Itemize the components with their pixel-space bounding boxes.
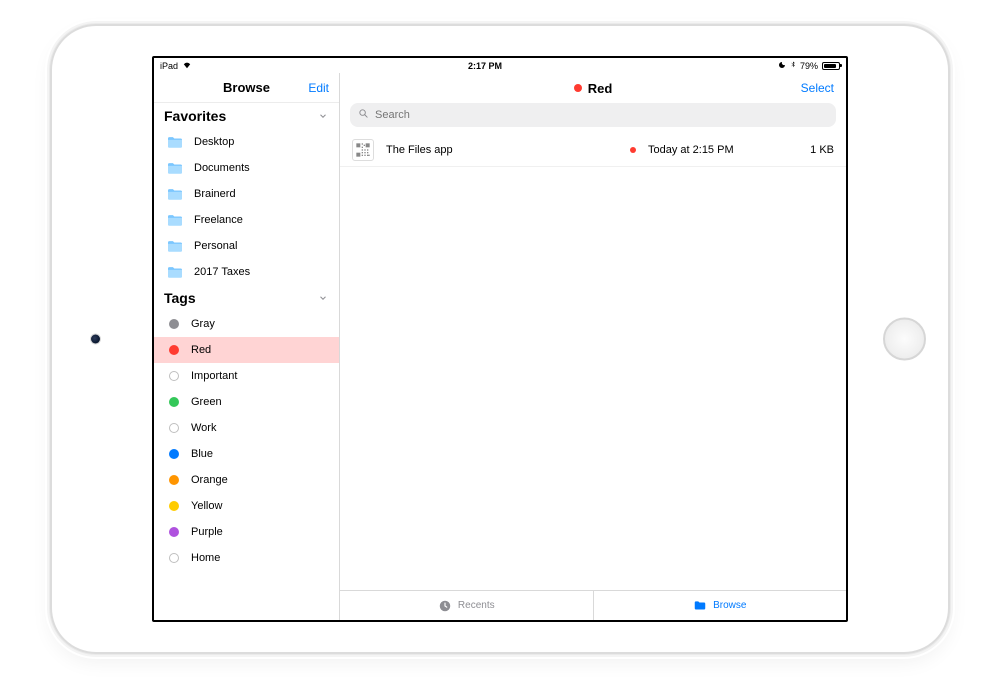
select-button[interactable]: Select — [801, 81, 834, 95]
file-name: The Files app — [386, 144, 618, 156]
folder-icon — [166, 135, 184, 149]
sidebar-item-label: Blue — [191, 448, 213, 460]
sidebar-item-label: Orange — [191, 474, 228, 486]
tags-list: Gray Red Important Green Work Blue Orange Yello… — [154, 311, 339, 571]
sidebar-tag-orange[interactable]: Orange — [154, 467, 339, 493]
sidebar-item-label: Desktop — [194, 136, 234, 148]
bluetooth-icon — [790, 60, 796, 71]
camera-dot — [91, 335, 100, 344]
file-tag-dot — [630, 147, 636, 153]
sidebar-item-brainerd[interactable]: Brainerd — [154, 181, 339, 207]
sidebar-item-label: Freelance — [194, 214, 243, 226]
home-button[interactable] — [883, 318, 926, 361]
battery-percent: 79% — [800, 61, 818, 71]
main-header: Red Select — [340, 73, 846, 103]
sidebar-item-label: Green — [191, 396, 222, 408]
tag-dot-icon — [169, 475, 179, 485]
file-row[interactable]: The Files app Today at 2:15 PM 1 KB — [340, 133, 846, 167]
sidebar-item-label: Important — [191, 370, 237, 382]
folder-icon — [166, 161, 184, 175]
edit-button[interactable]: Edit — [308, 81, 329, 95]
title-tag-dot — [574, 84, 582, 92]
chevron-down-icon — [317, 292, 329, 304]
favorites-list: Desktop Documents Brainerd Freelance Persona… — [154, 129, 339, 285]
sidebar: Browse Edit Favorites Desktop Documents Br… — [154, 73, 340, 620]
file-date: Today at 2:15 PM — [648, 144, 778, 156]
sidebar-item-label: Gray — [191, 318, 215, 330]
search-wrap — [340, 103, 846, 133]
ipad-frame: iPad 2:17 PM 79% Br — [50, 24, 950, 654]
tab-recents[interactable]: Recents — [340, 591, 594, 620]
sidebar-item-label: Documents — [194, 162, 250, 174]
tab-browse[interactable]: Browse — [594, 591, 847, 620]
file-size: 1 KB — [790, 144, 834, 156]
folder-icon — [166, 265, 184, 279]
file-thumbnail-icon — [352, 139, 374, 161]
favorites-header-label: Favorites — [164, 108, 226, 124]
sidebar-tag-blue[interactable]: Blue — [154, 441, 339, 467]
tag-dot-icon — [169, 527, 179, 537]
tag-dot-icon — [169, 553, 179, 563]
search-field[interactable] — [350, 103, 836, 127]
sidebar-title: Browse — [223, 80, 270, 95]
sidebar-tag-work[interactable]: Work — [154, 415, 339, 441]
status-time: 2:17 PM — [192, 61, 778, 71]
sidebar-item-2017-taxes[interactable]: 2017 Taxes — [154, 259, 339, 285]
folder-icon — [166, 213, 184, 227]
do-not-disturb-icon — [778, 61, 786, 71]
tag-dot-icon — [169, 501, 179, 511]
sidebar-item-documents[interactable]: Documents — [154, 155, 339, 181]
sidebar-tag-red[interactable]: Red — [154, 337, 339, 363]
tag-dot-icon — [169, 449, 179, 459]
chevron-down-icon — [317, 110, 329, 122]
sidebar-item-label: Brainerd — [194, 188, 236, 200]
sidebar-item-label: Home — [191, 552, 220, 564]
sidebar-item-label: Personal — [194, 240, 237, 252]
sidebar-tag-purple[interactable]: Purple — [154, 519, 339, 545]
file-list: The Files app Today at 2:15 PM 1 KB — [340, 133, 846, 590]
sidebar-item-label: Work — [191, 422, 216, 434]
tags-header[interactable]: Tags — [154, 285, 339, 311]
page-title: Red — [588, 81, 613, 96]
battery-icon — [822, 62, 840, 70]
sidebar-tag-important[interactable]: Important — [154, 363, 339, 389]
tab-browse-label: Browse — [713, 600, 746, 611]
tag-dot-icon — [169, 345, 179, 355]
sidebar-item-label: Yellow — [191, 500, 222, 512]
tags-header-label: Tags — [164, 290, 196, 306]
main-panel: Red Select The Files app Today at 2:15 P… — [340, 73, 846, 620]
tag-dot-icon — [169, 397, 179, 407]
sidebar-item-freelance[interactable]: Freelance — [154, 207, 339, 233]
sidebar-tag-home[interactable]: Home — [154, 545, 339, 571]
bottom-toolbar: Recents Browse — [340, 590, 846, 620]
tag-dot-icon — [169, 371, 179, 381]
sidebar-item-label: Red — [191, 344, 211, 356]
sidebar-tag-green[interactable]: Green — [154, 389, 339, 415]
folder-icon — [166, 239, 184, 253]
search-icon — [358, 108, 369, 122]
sidebar-tag-gray[interactable]: Gray — [154, 311, 339, 337]
carrier-label: iPad — [160, 61, 178, 71]
tag-dot-icon — [169, 319, 179, 329]
folder-icon — [693, 599, 707, 613]
status-bar: iPad 2:17 PM 79% — [154, 58, 846, 73]
tag-dot-icon — [169, 423, 179, 433]
search-input[interactable] — [375, 109, 828, 121]
sidebar-tag-yellow[interactable]: Yellow — [154, 493, 339, 519]
folder-icon — [166, 187, 184, 201]
sidebar-item-label: 2017 Taxes — [194, 266, 250, 278]
tab-recents-label: Recents — [458, 600, 495, 611]
files-app: Browse Edit Favorites Desktop Documents Br… — [154, 73, 846, 620]
sidebar-header: Browse Edit — [154, 73, 339, 103]
clock-icon — [438, 599, 452, 613]
ipad-screen: iPad 2:17 PM 79% Br — [152, 56, 848, 622]
wifi-icon — [182, 61, 192, 71]
sidebar-item-desktop[interactable]: Desktop — [154, 129, 339, 155]
favorites-header[interactable]: Favorites — [154, 103, 339, 129]
sidebar-item-personal[interactable]: Personal — [154, 233, 339, 259]
sidebar-item-label: Purple — [191, 526, 223, 538]
